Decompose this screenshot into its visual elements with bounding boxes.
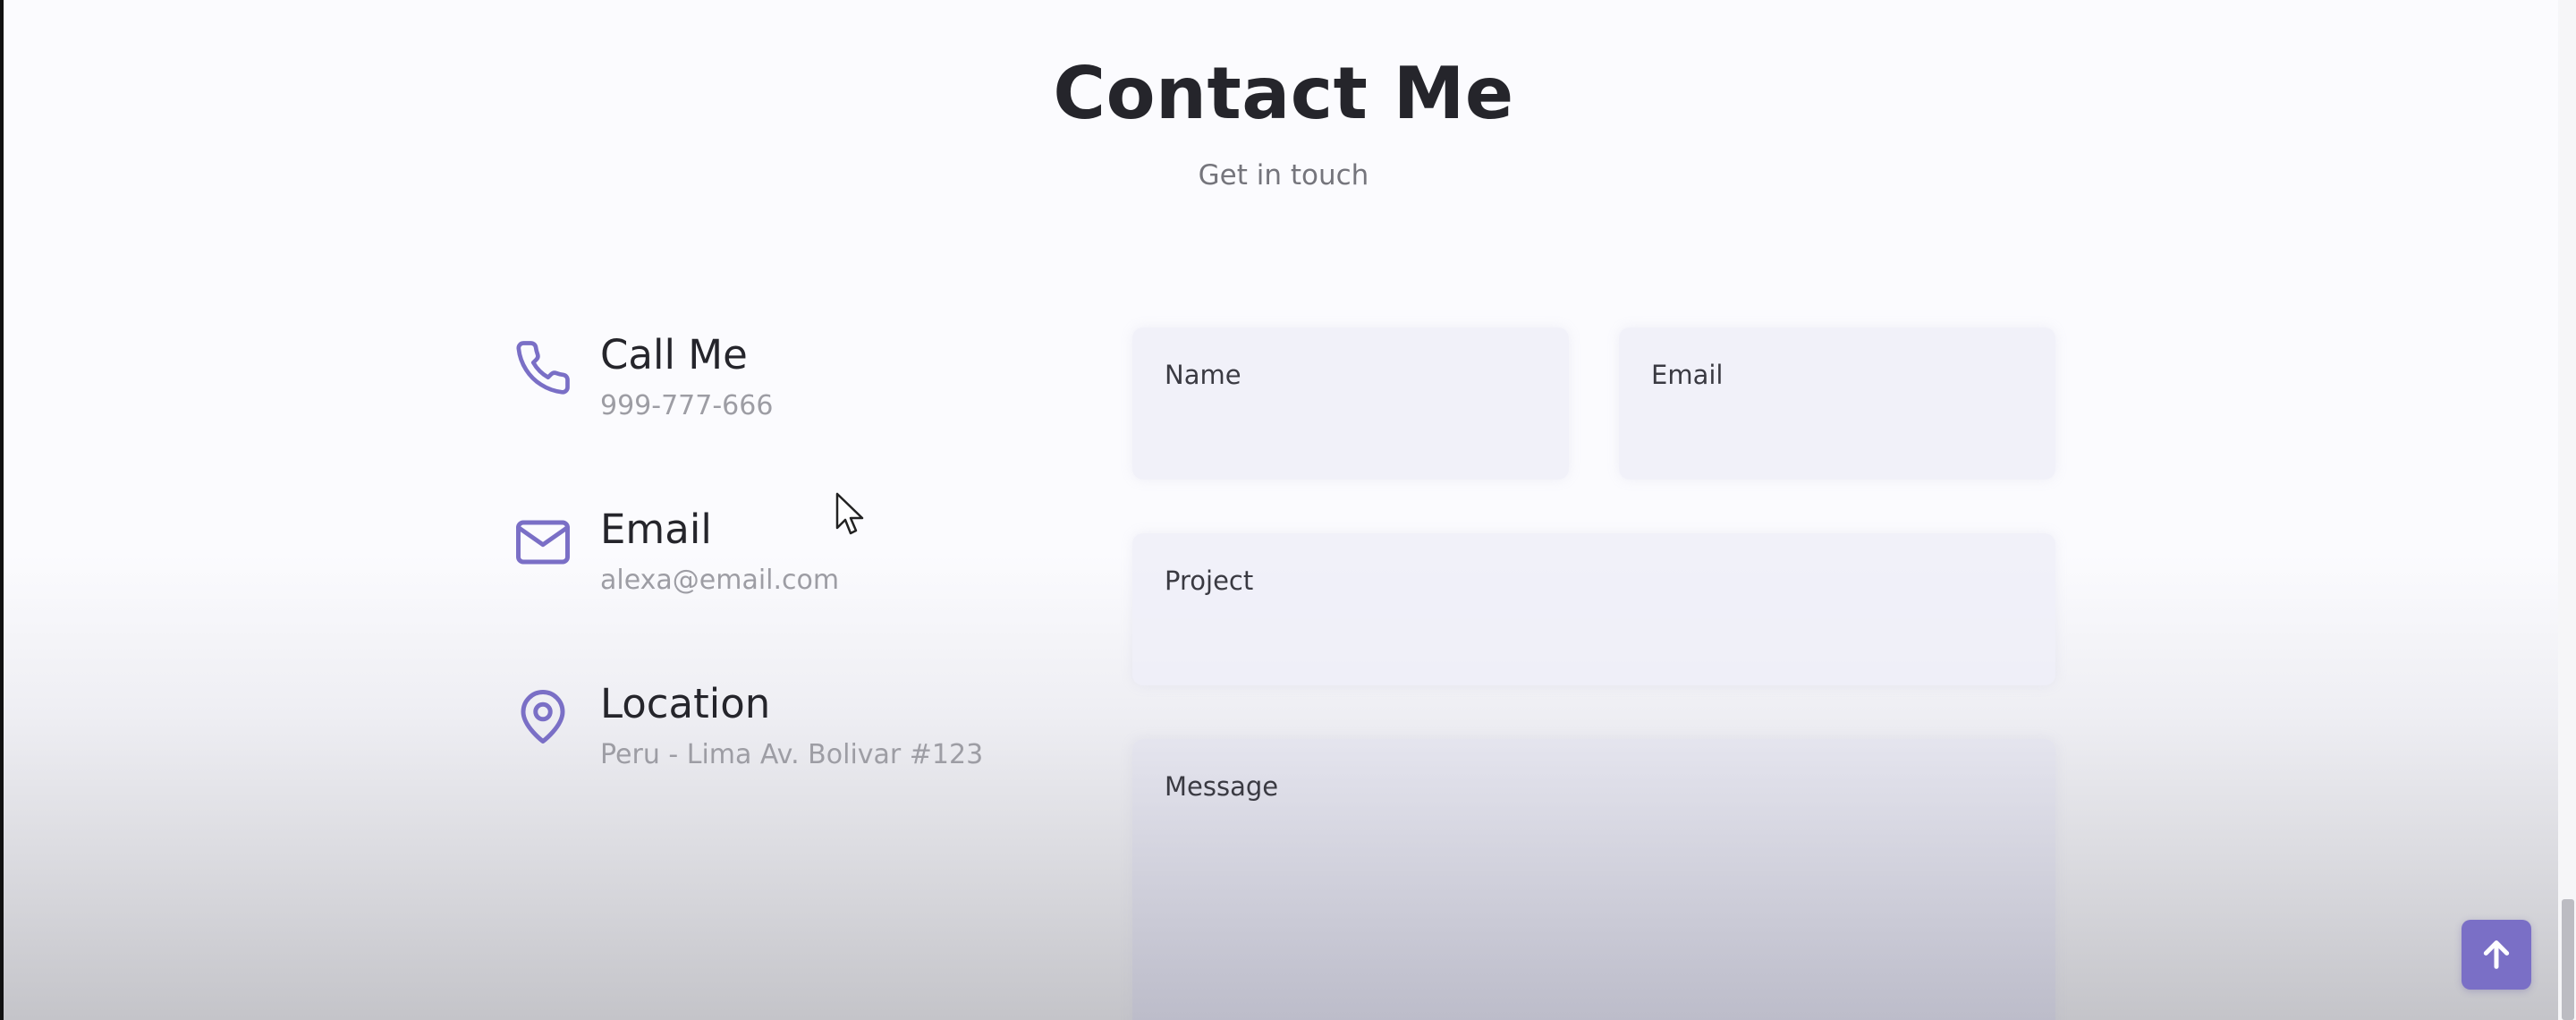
scroll-up-button[interactable] xyxy=(2462,920,2531,990)
contact-page: Contact Me Get in touch Call Me 999-777-… xyxy=(0,0,2576,1020)
contact-info-value: Peru - Lima Av. Bolivar #123 xyxy=(600,739,984,770)
email-input-label: Email xyxy=(1651,360,1724,390)
name-input[interactable]: Name xyxy=(1132,327,1569,480)
scrollbar[interactable] xyxy=(2558,0,2576,1020)
project-input-label: Project xyxy=(1165,565,1254,596)
message-textarea-label: Message xyxy=(1165,771,1279,802)
mail-icon xyxy=(516,520,570,565)
message-textarea[interactable]: Message xyxy=(1132,739,2055,1020)
arrow-up-icon xyxy=(2483,940,2510,969)
name-input-label: Name xyxy=(1165,360,1241,390)
contact-info-title: Email xyxy=(600,506,712,553)
location-pin-icon xyxy=(521,690,565,744)
contact-info-value: 999-777-666 xyxy=(600,390,774,421)
contact-info-value: alexa@email.com xyxy=(600,565,840,596)
section-title: Contact Me xyxy=(1053,52,1514,135)
email-input[interactable]: Email xyxy=(1619,327,2055,480)
scrollbar-thumb[interactable] xyxy=(2562,899,2574,1020)
phone-icon xyxy=(516,341,570,395)
contact-info-title: Call Me xyxy=(600,331,748,378)
section-subtitle: Get in touch xyxy=(1198,159,1369,191)
contact-info-title: Location xyxy=(600,680,771,727)
project-input[interactable]: Project xyxy=(1132,533,2055,685)
mouse-cursor xyxy=(835,492,864,535)
